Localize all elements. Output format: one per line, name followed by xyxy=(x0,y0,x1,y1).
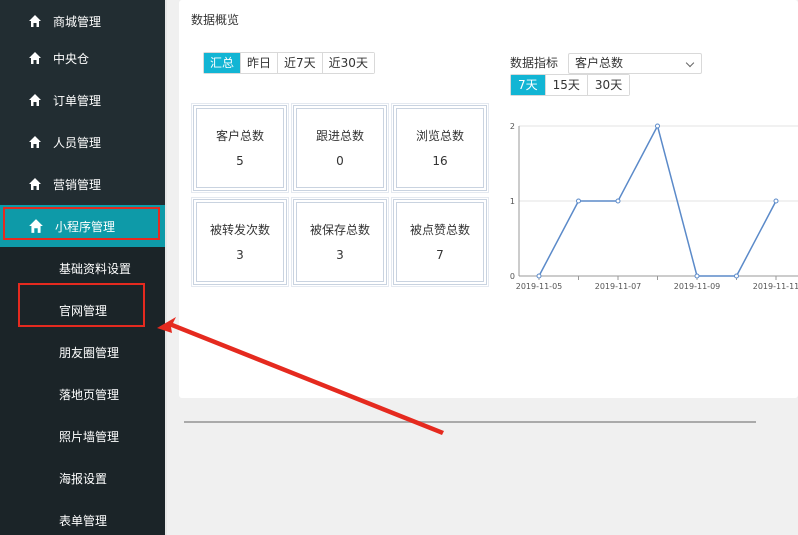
sidebar-item-staff[interactable]: 人员管理 xyxy=(0,121,165,163)
y-tick-label: 1 xyxy=(510,197,515,206)
home-icon xyxy=(29,52,41,64)
sidebar-item-label: 订单管理 xyxy=(53,93,102,108)
x-tick-label: 2019-11-05 xyxy=(516,282,563,291)
data-point xyxy=(536,273,542,279)
tab-15-days[interactable]: 15天 xyxy=(545,75,588,95)
home-icon xyxy=(29,136,41,148)
submenu-item-forms[interactable]: 表单管理 xyxy=(0,499,165,535)
sidebar-item-central-warehouse[interactable]: 中央仓 xyxy=(0,37,165,79)
data-point xyxy=(734,273,739,279)
home-icon xyxy=(29,15,41,27)
data-point xyxy=(655,123,660,129)
line-chart: 0 1 2 2019-11-05 2019-11-07 2019-11-09 2019-11… xyxy=(510,122,798,291)
sidebar-item-label: 人员管理 xyxy=(53,135,102,150)
metric-label: 数据指标 xyxy=(510,56,559,70)
stat-card-shares: 被转发次数 3 xyxy=(193,199,287,285)
stat-label: 客户总数 xyxy=(215,129,264,143)
sidebar-item-marketing[interactable]: 营销管理 xyxy=(0,163,165,205)
metric-select[interactable]: 客户总数 xyxy=(568,53,702,74)
sidebar: 商城管理 中央仓 订单管理 人员管理 营销管理 小程序管理 基础资料设置 官网管… xyxy=(0,0,165,535)
data-point xyxy=(773,198,779,204)
stat-label: 跟进总数 xyxy=(315,129,364,143)
x-tick-label: 2019-11-09 xyxy=(674,282,721,291)
sidebar-item-label: 商城管理 xyxy=(53,14,102,29)
submenu-item-landing-page[interactable]: 落地页管理 xyxy=(0,373,165,415)
stat-card-saves: 被保存总数 3 xyxy=(293,199,387,285)
highlight-box-miniprogram xyxy=(3,207,160,240)
sidebar-item-orders[interactable]: 订单管理 xyxy=(0,79,165,121)
submenu-item-label: 照片墙管理 xyxy=(59,429,120,444)
submenu-item-poster[interactable]: 海报设置 xyxy=(0,457,165,499)
highlight-box-website xyxy=(18,283,145,327)
metric-selected-value: 客户总数 xyxy=(575,56,624,70)
x-tick-label: 2019-11-11 xyxy=(753,282,798,291)
sidebar-item-mall[interactable]: 商城管理 xyxy=(0,0,165,42)
submenu-item-moments[interactable]: 朋友圈管理 xyxy=(0,331,165,373)
tab-last-7-days[interactable]: 近7天 xyxy=(278,53,323,73)
x-tick-label: 2019-11-07 xyxy=(595,282,642,291)
tab-7-days[interactable]: 7天 xyxy=(511,75,546,95)
chevron-down-icon xyxy=(685,58,695,68)
submenu-item-label: 朋友圈管理 xyxy=(59,345,120,360)
panel-title: 数据概览 xyxy=(191,13,240,27)
stat-value: 5 xyxy=(236,154,244,168)
y-tick-label: 0 xyxy=(510,272,515,281)
sidebar-item-label: 中央仓 xyxy=(53,51,90,66)
data-point xyxy=(576,198,581,204)
range-tabs: 7天 15天 30天 xyxy=(510,74,631,96)
stat-label: 被转发次数 xyxy=(209,223,270,237)
home-icon xyxy=(29,94,41,106)
sidebar-divider xyxy=(165,0,167,535)
data-point xyxy=(615,198,621,204)
stat-card-customers: 客户总数 5 xyxy=(193,105,287,191)
sidebar-item-label: 营销管理 xyxy=(53,177,102,192)
home-icon xyxy=(29,178,41,190)
tab-yesterday[interactable]: 昨日 xyxy=(241,53,279,73)
stat-card-followups: 跟进总数 0 xyxy=(293,105,387,191)
stat-value: 0 xyxy=(336,154,344,168)
stat-label: 被保存总数 xyxy=(309,223,370,237)
stat-label: 浏览总数 xyxy=(415,129,464,143)
period-tabs: 汇总 昨日 近7天 近30天 xyxy=(203,52,375,74)
tab-30-days[interactable]: 30天 xyxy=(587,75,630,95)
tab-last-30-days[interactable]: 近30天 xyxy=(322,53,374,73)
submenu-item-label: 表单管理 xyxy=(59,513,108,528)
y-tick-label: 2 xyxy=(510,122,515,131)
data-point xyxy=(694,273,700,279)
submenu-item-label: 基础资料设置 xyxy=(59,261,132,276)
stat-value: 7 xyxy=(436,248,444,262)
data-overview-panel: 数据概览 汇总 昨日 近7天 近30天 客户总数 5 跟进总数 0 浏览总数 1… xyxy=(179,0,798,398)
submenu-item-photo-wall[interactable]: 照片墙管理 xyxy=(0,415,165,457)
stat-value: 3 xyxy=(336,248,344,262)
stat-value: 3 xyxy=(236,248,244,262)
stat-card-likes: 被点赞总数 7 xyxy=(393,199,487,285)
stat-value: 16 xyxy=(432,154,448,168)
stat-card-views: 浏览总数 16 xyxy=(393,105,487,191)
tab-summary[interactable]: 汇总 xyxy=(204,53,242,73)
submenu-item-label: 落地页管理 xyxy=(59,387,120,402)
stat-label: 被点赞总数 xyxy=(409,223,470,237)
submenu-item-label: 海报设置 xyxy=(59,471,108,486)
horizontal-rule xyxy=(184,421,756,423)
